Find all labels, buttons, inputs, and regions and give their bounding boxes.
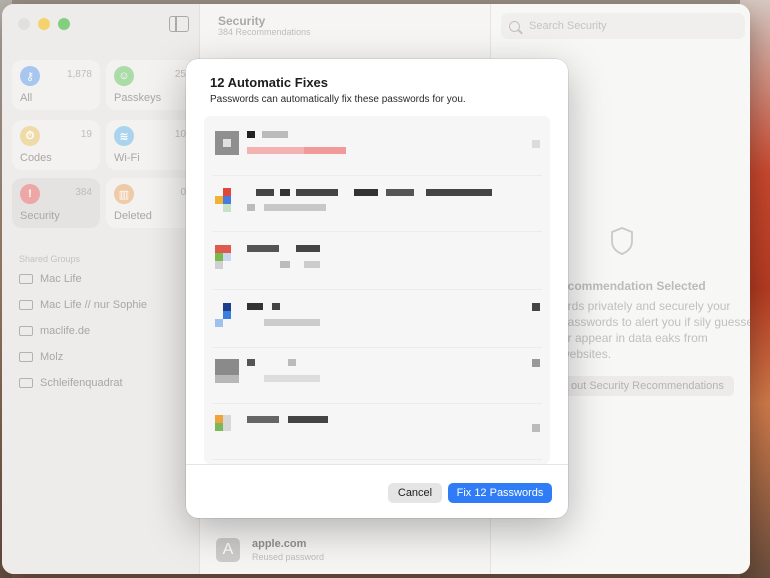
redacted-name xyxy=(296,189,338,196)
site-favicon xyxy=(215,359,239,375)
list-item[interactable] xyxy=(204,120,550,176)
dialog-title: 12 Automatic Fixes xyxy=(210,75,329,90)
site-favicon-detail xyxy=(215,375,239,383)
list-item[interactable] xyxy=(204,176,550,232)
row-separator xyxy=(212,289,542,290)
site-favicon-detail xyxy=(215,423,223,431)
redacted-name xyxy=(288,359,296,366)
redacted-username xyxy=(280,261,290,268)
redacted-name xyxy=(262,131,288,138)
site-favicon xyxy=(223,188,231,196)
cancel-button[interactable]: Cancel xyxy=(388,483,442,503)
site-favicon-detail xyxy=(215,261,223,269)
redacted-name xyxy=(247,245,279,252)
site-favicon-detail xyxy=(215,196,223,204)
site-favicon-detail xyxy=(223,253,231,261)
row-accessory xyxy=(532,424,540,432)
list-item[interactable] xyxy=(204,234,550,290)
list-item[interactable] xyxy=(204,404,550,460)
redacted-username xyxy=(304,147,346,154)
redacted-name xyxy=(426,189,492,196)
fix-list xyxy=(204,116,550,464)
redacted-name xyxy=(272,303,280,310)
redacted-name xyxy=(247,303,263,310)
row-separator xyxy=(212,459,542,460)
redacted-name xyxy=(296,245,320,252)
site-favicon-detail xyxy=(223,196,231,204)
redacted-username xyxy=(264,319,320,326)
list-item[interactable] xyxy=(204,348,550,404)
redacted-name xyxy=(247,131,255,138)
redacted-name xyxy=(386,189,414,196)
row-accessory xyxy=(532,359,540,367)
site-favicon-detail xyxy=(223,415,231,431)
site-favicon xyxy=(223,303,231,311)
site-favicon-detail xyxy=(223,311,231,319)
site-favicon xyxy=(215,415,223,423)
redacted-name xyxy=(256,189,274,196)
automatic-fixes-dialog: 12 Automatic Fixes Passwords can automat… xyxy=(186,59,568,518)
row-separator xyxy=(212,231,542,232)
redacted-name xyxy=(280,189,290,196)
site-favicon-detail xyxy=(215,253,223,261)
row-accessory xyxy=(532,140,540,148)
site-favicon xyxy=(215,245,231,253)
redacted-username xyxy=(304,261,320,268)
redacted-name xyxy=(247,359,255,366)
site-favicon-detail xyxy=(223,204,231,212)
redacted-username xyxy=(264,204,326,211)
redacted-name xyxy=(288,416,328,423)
dialog-subtitle: Passwords can automatically fix these pa… xyxy=(210,94,466,105)
row-accessory xyxy=(532,303,540,311)
site-favicon-detail xyxy=(215,319,223,327)
redacted-username xyxy=(247,204,255,211)
redacted-name xyxy=(247,416,279,423)
site-favicon-detail xyxy=(223,139,231,147)
fix-passwords-button[interactable]: Fix 12 Passwords xyxy=(448,483,552,503)
dialog-footer-divider xyxy=(186,464,568,465)
redacted-username xyxy=(247,147,309,154)
redacted-username xyxy=(264,375,320,382)
redacted-name xyxy=(354,189,378,196)
list-item[interactable] xyxy=(204,292,550,348)
